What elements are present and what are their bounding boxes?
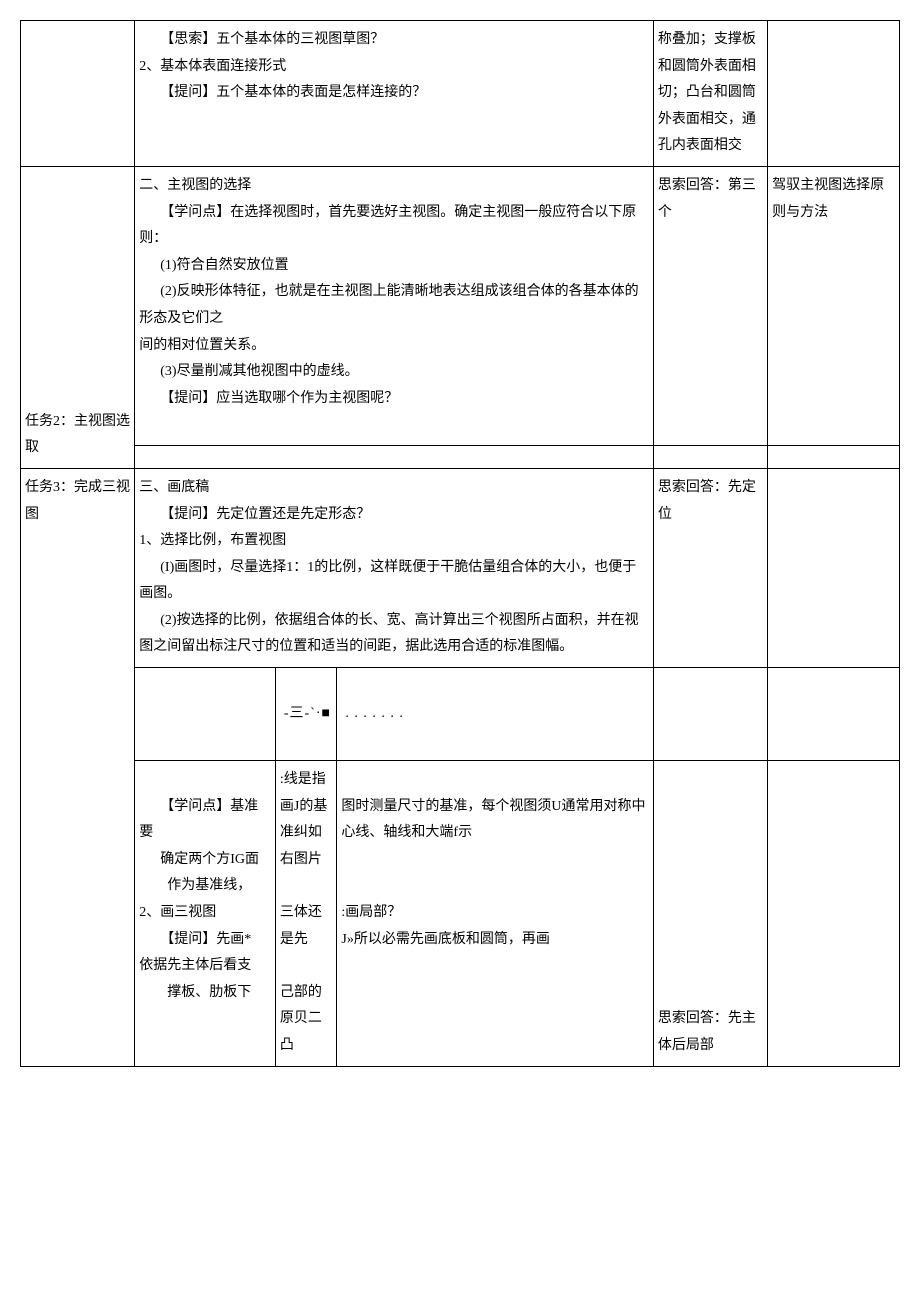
r5-c3-l2: 三体还是先 xyxy=(280,900,333,953)
r3-heading: 三、画底稿 xyxy=(139,475,649,502)
r5-c3-l1: :线是指画J的基准纠如右图片 xyxy=(280,767,333,873)
r5-right: 思索回答：先主体后局部 xyxy=(653,761,767,1067)
r5-c2-l4: 2、画三视图 xyxy=(139,900,271,927)
r2-l2: (1)符合自然安放位置 xyxy=(139,253,649,280)
r3-right: 思索回答：先定位 xyxy=(653,468,767,667)
r1-right: 称叠加；支撑板和圆筒外表面相切；凸台和圆筒外表面相交，通孔内表面相交 xyxy=(653,21,767,167)
r2-l4: 间的相对位置关系。 xyxy=(139,333,649,360)
r1-l2: 2、基本体表面连接形式 xyxy=(139,54,649,81)
r5-c2-l2: 确定两个方IG面 xyxy=(139,847,271,874)
r5-c3: :线是指画J的基准纠如右图片 三体还是先 己部的原贝二凸 xyxy=(275,761,337,1067)
r5-c2: 【学问点】基准要 确定两个方IG面 作为基准线， 2、画三视图 【提问】先画* … xyxy=(135,761,276,1067)
r5-c4-l3: J»所以必需先画底板和圆筒，再画 xyxy=(341,927,648,954)
r3-l1: 【提问】先定位置还是先定形态？ xyxy=(139,502,649,529)
r2-heading: 二、主视图的选择 xyxy=(139,173,649,200)
task2-label: 任务2：主视图选取 xyxy=(21,166,135,468)
r5-c4: 图时测量尺寸的基准，每个视图须U通常用对称中心线、轴线和大端f示 :画局部？ J… xyxy=(337,761,653,1067)
r2-right5: 思索回答：第三个 xyxy=(653,166,767,445)
r2-e6 xyxy=(768,445,900,468)
r5-c2-l5: 【提问】先画* xyxy=(139,927,271,954)
r1-c1 xyxy=(21,21,135,167)
r4-diagram-left: -三-`·■ xyxy=(275,668,337,761)
r1-l3: 【提问】五个基本体的表面是怎样连接的？ xyxy=(139,80,649,107)
r3-l2: 1、选择比例，布置视图 xyxy=(139,528,649,555)
r2-l1: 【学问点】在选择视图时，首先要选好主视图。确定主视图一般应符合以下原则： xyxy=(139,200,649,253)
r5-c6 xyxy=(768,761,900,1067)
r2-e5 xyxy=(653,445,767,468)
r5-c4-l2: :画局部？ xyxy=(341,900,648,927)
r3-l3: (I)画图时，尽量选择1：1的比例，这样既便于干脆估量组合体的大小，也便于画图。 xyxy=(139,555,649,608)
r5-c2-l6: 依据先主体后看支 xyxy=(139,953,271,980)
r5-c4-l1: 图时测量尺寸的基准，每个视图须U通常用对称中心线、轴线和大端f示 xyxy=(341,794,648,847)
r3-l4: (2)按选择的比例，依据组合体的长、宽、高计算出三个视图所占面积，并在视图之间留… xyxy=(139,608,649,661)
r2-l5: (3)尽量削减其他视图中的虚线。 xyxy=(139,359,649,386)
r4-diagram-right: . . . . . . . xyxy=(337,668,653,761)
r5-c2-l3: 作为基准线， xyxy=(139,873,271,900)
r2-content: 二、主视图的选择 【学问点】在选择视图时，首先要选好主视图。确定主视图一般应符合… xyxy=(135,166,654,445)
r2-l6: 【提问】应当选取哪个作为主视图呢？ xyxy=(139,386,649,413)
r2-empty xyxy=(135,445,654,468)
r4-c6 xyxy=(768,668,900,761)
r5-c3-l3: 己部的原贝二凸 xyxy=(280,980,333,1060)
r1-l1: 【思索】五个基本体的三视图草图？ xyxy=(139,27,649,54)
task3-label: 任务3：完成三视图 xyxy=(21,468,135,1066)
r4-c2 xyxy=(135,668,276,761)
r5-c2-l7: 撑板、肋板下 xyxy=(139,980,271,1007)
r1-c6 xyxy=(768,21,900,167)
r1-content: 【思索】五个基本体的三视图草图？ 2、基本体表面连接形式 【提问】五个基本体的表… xyxy=(135,21,654,167)
lesson-plan-table: 【思索】五个基本体的三视图草图？ 2、基本体表面连接形式 【提问】五个基本体的表… xyxy=(20,20,900,1067)
r2-right6: 驾驭主视图选择原则与方法 xyxy=(768,166,900,445)
r4-c5 xyxy=(653,668,767,761)
r2-l3: (2)反映形体特征，也就是在主视图上能清晰地表达组成该组合体的各基本体的形态及它… xyxy=(139,279,649,332)
r5-c2-l1: 【学问点】基准要 xyxy=(139,794,271,847)
r3-content: 三、画底稿 【提问】先定位置还是先定形态？ 1、选择比例，布置视图 (I)画图时… xyxy=(135,468,654,667)
r3-c6 xyxy=(768,468,900,667)
